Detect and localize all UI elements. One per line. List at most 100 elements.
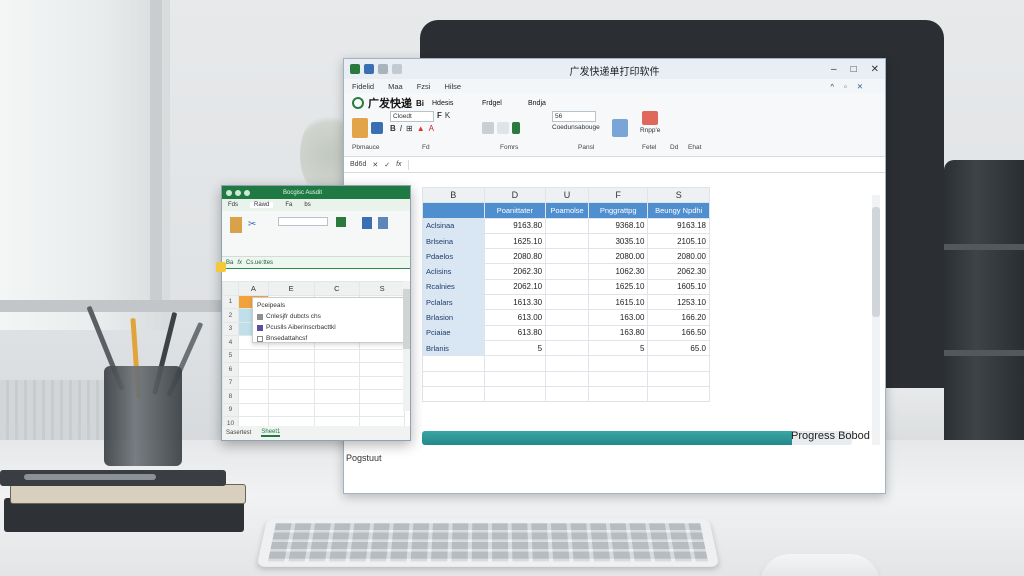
redo-icon[interactable]: [392, 64, 402, 74]
cell[interactable]: [237, 375, 269, 390]
font-color-icon[interactable]: A: [429, 124, 434, 133]
align-icon[interactable]: [482, 122, 494, 134]
font-name-select[interactable]: Cloedt: [390, 111, 434, 122]
scissors-icon[interactable]: ✂: [248, 219, 256, 230]
merge-icon[interactable]: [512, 122, 520, 134]
name-cell[interactable]: Aclisins: [422, 263, 485, 280]
popup-item[interactable]: Bnsedattahcsf: [257, 333, 403, 344]
maximize-button[interactable]: □: [851, 64, 857, 75]
paste-icon[interactable]: [352, 118, 368, 138]
cell[interactable]: [313, 362, 361, 377]
header-cell[interactable]: Beungy Npdhi: [647, 202, 710, 219]
name-box[interactable]: Ba: [226, 260, 233, 266]
ribbon-tab-insert[interactable]: Frdgel: [482, 100, 502, 107]
value-cell[interactable]: 1253.10: [647, 294, 710, 311]
row-number[interactable]: 1: [222, 294, 239, 309]
column-header[interactable]: D: [483, 186, 547, 204]
wrap-icon[interactable]: [497, 122, 509, 134]
value-cell[interactable]: 166.20: [647, 309, 710, 326]
value-cell[interactable]: 9368.10: [587, 217, 649, 234]
cell[interactable]: [359, 362, 405, 377]
value-cell[interactable]: 1625.10: [483, 232, 547, 250]
tab[interactable]: Fa: [285, 202, 292, 208]
bold-button[interactable]: F: [437, 111, 442, 122]
value-cell[interactable]: 613.00: [483, 309, 547, 326]
cell[interactable]: [359, 348, 405, 363]
fx-icon[interactable]: fx: [396, 161, 401, 168]
column-header[interactable]: F: [587, 186, 649, 204]
row-number[interactable]: 4: [222, 335, 239, 350]
value-cell[interactable]: 2080.80: [483, 248, 547, 265]
value-cell[interactable]: 3035.10: [587, 232, 649, 250]
vertical-scrollbar[interactable]: [872, 195, 880, 445]
row-number[interactable]: 9: [222, 402, 239, 417]
name-cell[interactable]: Brlanis: [422, 339, 485, 357]
value-cell[interactable]: 1625.10: [587, 278, 649, 296]
menu-item[interactable]: Hilse: [444, 82, 461, 91]
minimize-button[interactable]: –: [831, 64, 837, 75]
alignment-dropdown[interactable]: Coedunsabouge: [552, 124, 600, 131]
value-cell[interactable]: 163.00: [587, 309, 649, 326]
cell-style-label[interactable]: Rnpp'e: [640, 127, 660, 134]
scroll-thumb[interactable]: [872, 207, 880, 317]
row-number[interactable]: 7: [222, 375, 239, 390]
formula-enter-icon[interactable]: ✓: [384, 161, 390, 169]
value-cell[interactable]: 166.50: [647, 324, 710, 341]
name-cell[interactable]: Rcalnies: [422, 278, 485, 296]
name-cell[interactable]: Pciaiae: [422, 324, 485, 341]
name-cell[interactable]: Pclalars: [422, 294, 485, 311]
tab-active[interactable]: Rawd: [250, 202, 274, 208]
cell[interactable]: [267, 402, 315, 417]
sheet-nav[interactable]: Sasertest: [226, 430, 251, 436]
value-cell[interactable]: 2062.30: [647, 263, 710, 280]
chart-icon[interactable]: [362, 217, 372, 229]
name-box[interactable]: Bd6d: [350, 161, 366, 168]
tab[interactable]: bs: [304, 202, 310, 208]
cell[interactable]: [313, 348, 361, 363]
sheet-tab[interactable]: Sheet1: [261, 429, 281, 437]
column-header[interactable]: U: [545, 186, 589, 204]
value-cell[interactable]: 9163.18: [647, 217, 710, 234]
cell[interactable]: [237, 362, 269, 377]
value-cell[interactable]: 2062.30: [483, 263, 547, 280]
cut-icon[interactable]: [371, 122, 383, 134]
undo-icon[interactable]: [378, 64, 388, 74]
scroll-thumb[interactable]: [403, 289, 410, 349]
cell[interactable]: [313, 402, 361, 417]
value-cell[interactable]: 2080.00: [587, 248, 649, 265]
column-header[interactable]: B: [422, 186, 485, 204]
tab[interactable]: Fds: [228, 202, 238, 208]
value-cell[interactable]: 163.80: [587, 324, 649, 341]
cell[interactable]: [237, 402, 269, 417]
formula-input[interactable]: [407, 159, 885, 170]
cell[interactable]: [267, 375, 315, 390]
row-number[interactable]: 6: [222, 362, 239, 377]
ribbon-tab-home[interactable]: Hdesis: [432, 100, 453, 107]
value-cell[interactable]: 613.80: [483, 324, 547, 341]
column-header[interactable]: A: [237, 281, 269, 296]
cell[interactable]: [237, 348, 269, 363]
row-number[interactable]: 5: [222, 348, 239, 363]
value-cell[interactable]: 2080.00: [647, 248, 710, 265]
value-cell[interactable]: 1062.30: [587, 263, 649, 280]
row-number[interactable]: 3: [222, 321, 239, 336]
value-cell[interactable]: 5: [587, 339, 649, 357]
column-header[interactable]: S: [647, 186, 710, 204]
cell[interactable]: [267, 389, 315, 404]
border-icon[interactable]: ⊞: [406, 124, 413, 133]
bold-icon[interactable]: B: [390, 124, 396, 133]
cell-style-icon[interactable]: [642, 111, 659, 125]
menu-item[interactable]: Maa: [388, 82, 403, 91]
window-dot-icon[interactable]: [244, 189, 250, 196]
cell[interactable]: [359, 402, 405, 417]
value-cell[interactable]: 2062.10: [483, 278, 547, 296]
value-cell[interactable]: 1615.10: [587, 294, 649, 311]
popup-item[interactable]: Cnlesjfr dubcts chs: [257, 311, 403, 322]
cell[interactable]: [359, 389, 405, 404]
font-size-select[interactable]: 56: [552, 111, 596, 122]
value-cell[interactable]: 65.0: [647, 339, 710, 357]
column-header[interactable]: S: [359, 281, 405, 296]
value-cell[interactable]: 5: [483, 339, 547, 357]
column-header[interactable]: C: [313, 281, 361, 296]
fill-color-icon[interactable]: ▲: [417, 124, 425, 133]
